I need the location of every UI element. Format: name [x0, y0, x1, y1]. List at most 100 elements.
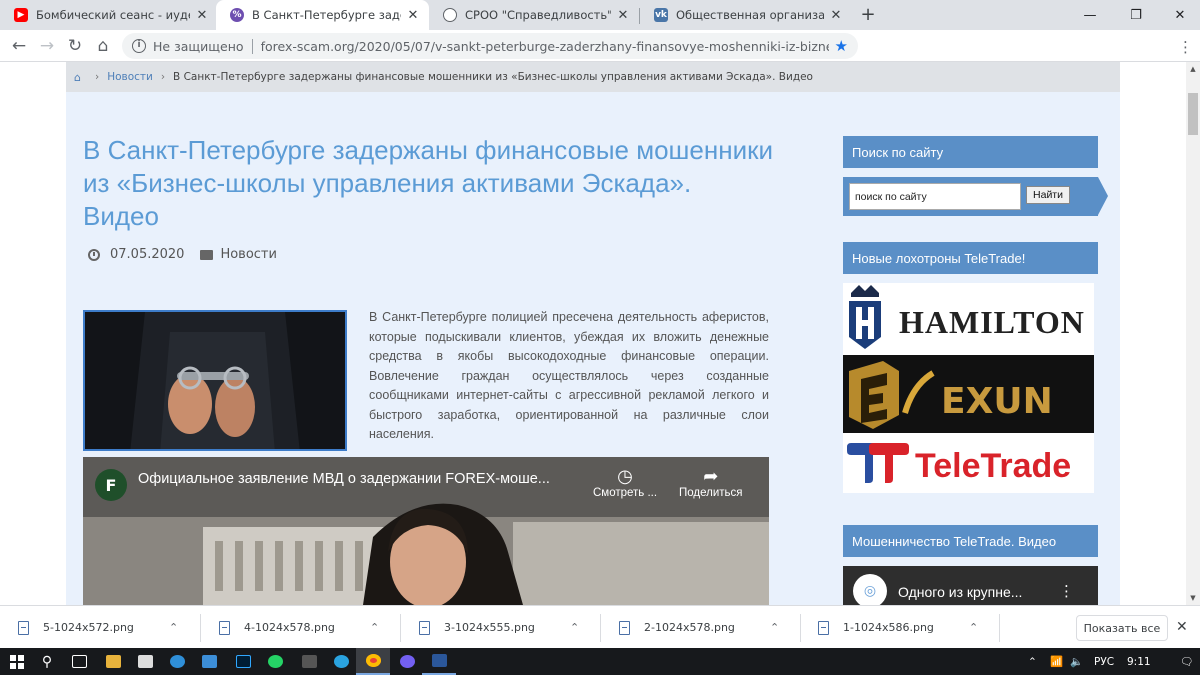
task-view-icon[interactable]: [62, 648, 96, 675]
viber-icon[interactable]: [390, 648, 424, 675]
photoshop-icon[interactable]: [226, 648, 260, 675]
browser-menu-icon[interactable]: ⋮: [1178, 38, 1193, 56]
edge-icon[interactable]: [160, 648, 194, 675]
page-scrollbar[interactable]: ▲ ▼: [1186, 62, 1200, 605]
close-tab-icon[interactable]: ✕: [405, 8, 421, 23]
download-item[interactable]: 5-1024x572.png ⌃: [0, 606, 199, 649]
article-body: В Санкт-Петербурге полицией пресечена де…: [369, 310, 769, 441]
show-hidden-icons-icon[interactable]: ⌃: [1028, 648, 1037, 675]
chevron-up-icon[interactable]: ⌃: [770, 621, 784, 634]
close-window-icon[interactable]: ✕: [1158, 0, 1200, 30]
download-item[interactable]: 1-1024x586.png ⌃: [800, 606, 999, 649]
share-button[interactable]: ➦ Поделиться: [679, 465, 743, 499]
home-icon[interactable]: ⌂: [92, 35, 114, 57]
video-title[interactable]: Официальное заявление МВД о задержании F…: [138, 471, 550, 487]
forward-icon[interactable]: →: [36, 35, 58, 57]
sidebar-video-title[interactable]: Одного из крупне...: [898, 584, 1022, 600]
minimize-icon[interactable]: —: [1068, 0, 1112, 30]
svg-text:HAMILTON: HAMILTON: [899, 304, 1085, 340]
channel-avatar[interactable]: F: [95, 469, 127, 501]
file-icon: [619, 620, 630, 635]
exun-logo: EXUN: [843, 355, 1094, 433]
download-item[interactable]: 2-1024x578.png ⌃: [601, 606, 800, 649]
address-bar[interactable]: i Не защищено forex-scam.org/2020/05/07/…: [122, 33, 858, 59]
url-text[interactable]: forex-scam.org/2020/05/07/v-sankt-peterb…: [261, 39, 829, 54]
notifications-icon[interactable]: 🗨: [1180, 648, 1193, 675]
close-tab-icon[interactable]: ✕: [194, 8, 210, 23]
home-icon[interactable]: ⌂: [74, 71, 81, 84]
search-widget: Найти: [843, 177, 1108, 216]
search-icon[interactable]: ⚲: [30, 648, 64, 675]
video-embed[interactable]: F Официальное заявление МВД о задержании…: [83, 457, 769, 605]
chevron-up-icon[interactable]: ⌃: [169, 621, 183, 634]
breadcrumb-link-news[interactable]: Новости: [107, 71, 153, 83]
file-icon: [219, 620, 230, 635]
mail-icon[interactable]: [192, 648, 226, 675]
volume-icon[interactable]: 🔈: [1070, 648, 1083, 675]
chevron-up-icon[interactable]: ⌃: [969, 621, 983, 634]
download-item[interactable]: 3-1024x555.png ⌃: [401, 606, 600, 649]
search-input[interactable]: [849, 183, 1021, 210]
bookmark-star-icon[interactable]: ★: [835, 37, 848, 55]
chevron-up-icon[interactable]: ⌃: [370, 621, 384, 634]
windows-taskbar: ⚲ ⌃ 📶 🔈 РУС 9:11 🗨: [0, 648, 1200, 675]
site-icon: %: [230, 8, 244, 22]
close-tab-icon[interactable]: ✕: [615, 8, 631, 23]
windows-start-icon[interactable]: [0, 648, 34, 675]
breadcrumb-current: В Санкт-Петербурге задержаны финансовые …: [173, 71, 813, 83]
svg-text:EXUN: EXUN: [941, 381, 1053, 422]
sidebar-video[interactable]: ◎ Одного из крупне... ⋮: [843, 566, 1098, 605]
telegram-icon[interactable]: [324, 648, 358, 675]
scams-widget-heading: Новые лохотроны TeleTrade!: [843, 242, 1098, 274]
language-indicator[interactable]: РУС: [1094, 648, 1114, 675]
network-icon[interactable]: 📶: [1050, 648, 1063, 675]
calculator-icon[interactable]: [292, 648, 326, 675]
file-explorer-icon[interactable]: [96, 648, 130, 675]
search-button[interactable]: Найти: [1026, 186, 1070, 204]
more-options-icon[interactable]: ⋮: [1059, 582, 1074, 600]
whatsapp-icon[interactable]: [258, 648, 292, 675]
store-icon[interactable]: [128, 648, 162, 675]
article-image[interactable]: [83, 310, 347, 451]
folder-icon: [200, 249, 214, 260]
chevron-up-icon[interactable]: ⌃: [570, 621, 584, 634]
back-icon[interactable]: ←: [8, 35, 30, 57]
scrollbar-thumb[interactable]: [1188, 93, 1198, 135]
browser-tab[interactable]: ▶ Бомбический сеанс - иудейский ✕: [0, 0, 218, 30]
page-content: ⌂ › Новости › В Санкт-Петербурге задержа…: [66, 62, 1120, 605]
watch-later-button[interactable]: ◷ Смотреть ...: [593, 465, 657, 499]
article-category[interactable]: Новости: [220, 247, 277, 262]
reload-icon[interactable]: ↻: [64, 35, 86, 57]
video-widget-heading: Мошенничество TeleTrade. Видео: [843, 525, 1098, 557]
clock[interactable]: 9:11: [1127, 648, 1151, 675]
search-widget-heading: Поиск по сайту: [843, 136, 1098, 168]
exun-banner[interactable]: EXUN: [843, 355, 1094, 433]
browser-tab-active[interactable]: % В Санкт-Петербурге задержаны ✕: [216, 0, 429, 30]
restore-icon[interactable]: ❐: [1114, 0, 1158, 30]
scroll-up-icon[interactable]: ▲: [1186, 62, 1200, 76]
teletrade-banner[interactable]: TeleTrade: [843, 433, 1094, 493]
clock-icon: ◷: [617, 466, 633, 486]
word-icon[interactable]: [422, 648, 456, 675]
close-tab-icon[interactable]: ✕: [828, 8, 844, 23]
show-all-downloads-button[interactable]: Показать все: [1076, 615, 1168, 641]
file-icon: [419, 620, 430, 635]
browser-toolbar: ← → ↻ ⌂ i Не защищено forex-scam.org/202…: [0, 30, 1200, 62]
close-icon[interactable]: ✕: [1176, 619, 1188, 635]
new-tab-button[interactable]: +: [858, 5, 878, 25]
svg-text:TeleTrade: TeleTrade: [915, 447, 1071, 485]
article-title[interactable]: В Санкт-Петербурге задержаны финансовые …: [83, 134, 773, 233]
scroll-down-icon[interactable]: ▼: [1186, 591, 1200, 605]
hamilton-banner[interactable]: HAMILTON: [843, 283, 1094, 355]
info-icon[interactable]: i: [132, 39, 146, 53]
browser-tab[interactable]: СРОО "Справедливость"- помо ✕: [429, 0, 639, 30]
file-icon: [18, 620, 29, 635]
divider: [251, 38, 253, 54]
breadcrumb-separator: ›: [160, 71, 166, 83]
chrome-icon[interactable]: [356, 648, 390, 675]
channel-avatar[interactable]: ◎: [853, 574, 887, 605]
hamilton-logo: HAMILTON: [849, 285, 1085, 349]
download-item[interactable]: 4-1024x578.png ⌃: [201, 606, 400, 649]
security-label: Не защищено: [153, 38, 244, 54]
browser-tab[interactable]: vk Общественная организация "Сп ✕: [640, 0, 852, 30]
